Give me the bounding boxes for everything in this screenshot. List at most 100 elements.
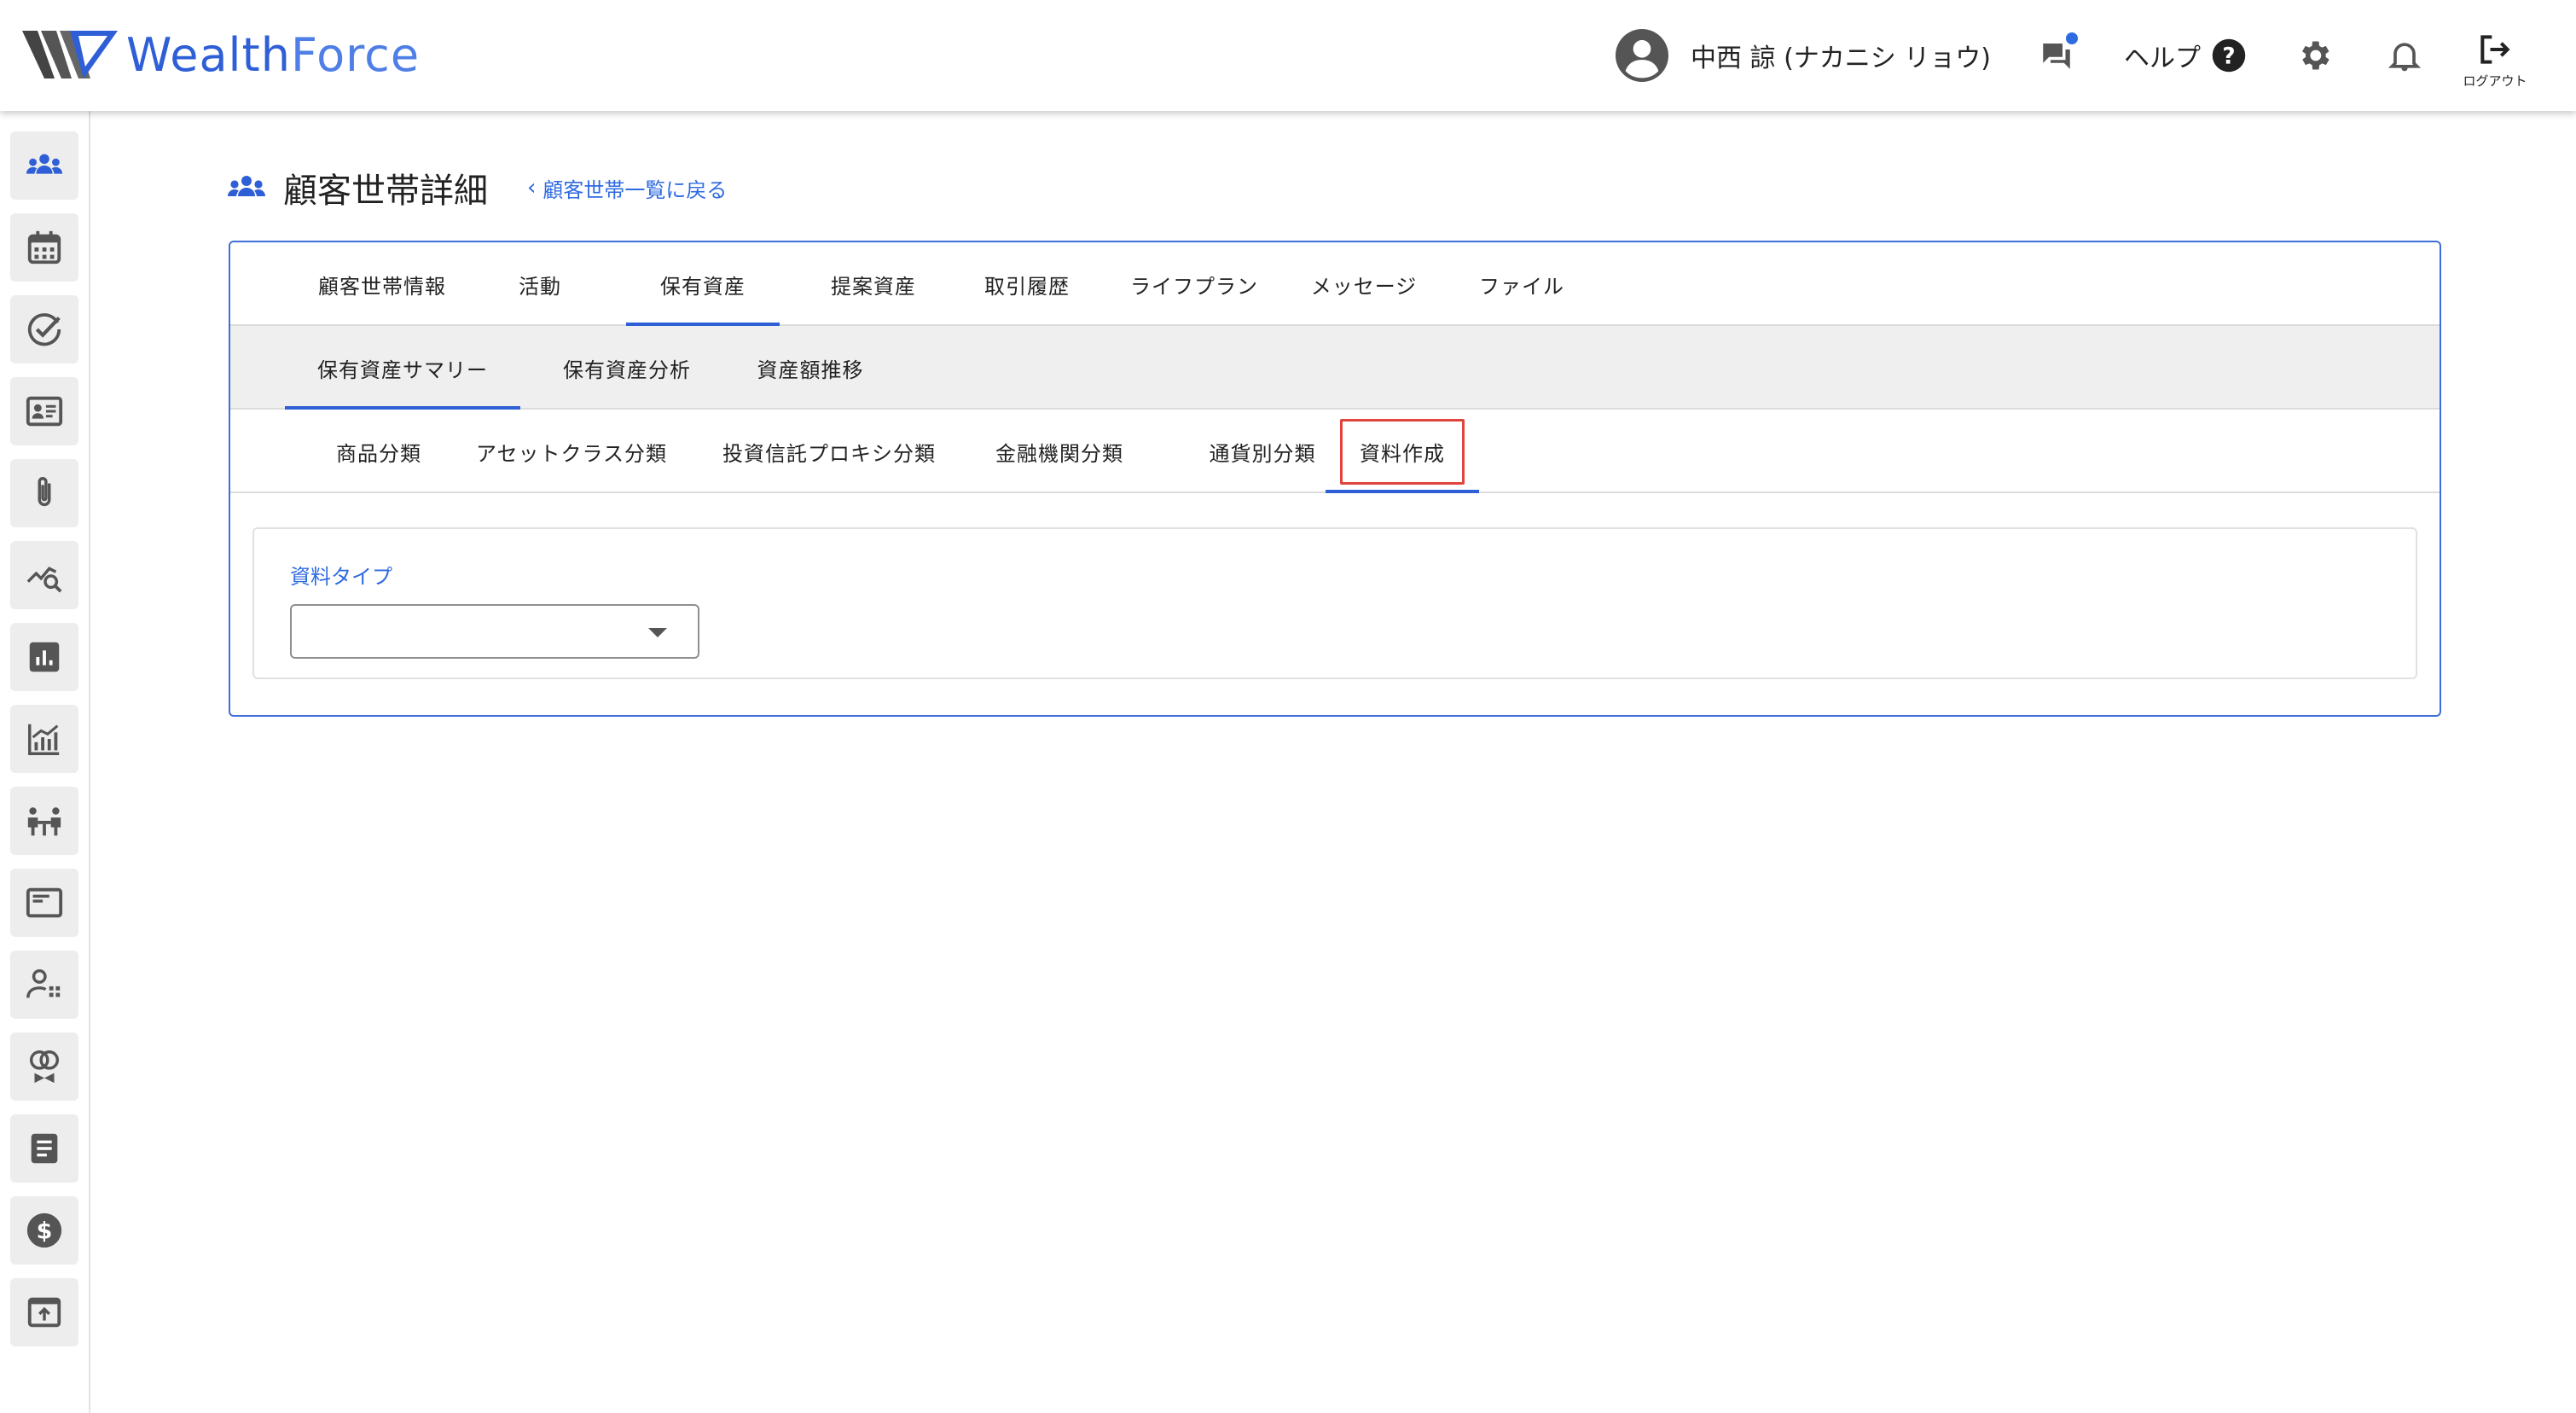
sidebar-item-households[interactable] — [10, 131, 78, 200]
account-circle-icon — [1616, 29, 1668, 82]
calendar-icon — [27, 230, 61, 265]
tab-label: ライフプラン — [1130, 274, 1258, 299]
paperclip-icon — [38, 477, 51, 507]
analytics-search-icon — [26, 567, 62, 593]
sidebar: $ — [0, 111, 90, 1413]
logo-text: WealthForce — [126, 28, 420, 82]
sidebar-item-meetings[interactable] — [10, 787, 78, 855]
tab-asset-trend[interactable]: 資産額推移 — [725, 326, 896, 410]
sidebar-item-documents[interactable] — [10, 869, 78, 937]
tab-currency-classification[interactable]: 通貨別分類 — [1177, 410, 1348, 493]
app-header: WealthForce 中西 諒 (ナカニシ リョウ) ヘルプ ? ログアウト — [0, 0, 2576, 111]
svg-text:$: $ — [37, 1218, 53, 1245]
document-frame-icon — [26, 887, 63, 918]
material-form-panel: 資料タイプ — [252, 527, 2417, 679]
tab-label: 保有資産 — [660, 274, 746, 299]
highlight-box: 資料作成 — [1340, 418, 1465, 485]
settings-button[interactable] — [2293, 34, 2335, 77]
caret-down-icon — [648, 628, 667, 637]
sidebar-item-analysis[interactable] — [10, 541, 78, 609]
tab-activity[interactable]: 活動 — [502, 242, 578, 326]
notifications-button[interactable] — [2383, 34, 2426, 77]
sidebar-item-tasks[interactable] — [10, 295, 78, 363]
svg-text:?: ? — [2222, 44, 2235, 70]
tab-holdings-summary[interactable]: 保有資産サマリー — [285, 326, 520, 410]
list-document-icon — [31, 1133, 58, 1164]
tab-life-plan[interactable]: ライフプラン — [1109, 242, 1279, 326]
chat-unread-dot — [2066, 32, 2078, 44]
logout-label: ログアウト — [2463, 73, 2527, 89]
logout-button[interactable]: ログアウト — [2457, 31, 2533, 90]
sidebar-item-billing[interactable]: $ — [10, 1196, 78, 1265]
tab-label: 資産額推移 — [757, 358, 864, 382]
household-icon — [26, 154, 63, 174]
tab-create-material[interactable]: 資料作成 — [1326, 410, 1479, 493]
tab-fund-proxy-classification[interactable]: 投資信託プロキシ分類 — [710, 410, 949, 493]
back-link-label: 顧客世帯一覧に戻る — [542, 177, 728, 202]
household-icon — [228, 176, 265, 196]
help-button[interactable]: ヘルプ ? — [2124, 34, 2247, 77]
sidebar-item-advisors[interactable] — [10, 951, 78, 1019]
back-to-households-link[interactable]: ‹ 顧客世帯一覧に戻る — [527, 171, 727, 205]
bell-icon — [2387, 43, 2422, 72]
growth-chart-icon — [28, 724, 60, 755]
tab-label: 資料作成 — [1360, 441, 1445, 466]
page-title-block: 顧客世帯詳細 — [225, 160, 488, 215]
sidebar-item-notes[interactable] — [10, 1114, 78, 1183]
tab-holdings-analysis[interactable]: 保有資産分析 — [529, 326, 725, 410]
tab-label: メッセージ — [1310, 274, 1418, 299]
user-name: 中西 諒 (ナカニシ リョウ) — [1691, 44, 1992, 73]
check-circle-icon — [27, 313, 61, 346]
user-menu[interactable]: 中西 諒 (ナカニシ リョウ) — [1616, 29, 1991, 82]
dollar-icon: $ — [26, 1212, 62, 1248]
tab-proposed-assets[interactable]: 提案資産 — [797, 242, 950, 326]
tab-label: 顧客世帯情報 — [318, 274, 446, 299]
sidebar-item-life-events[interactable] — [10, 1032, 78, 1101]
logo-text-wealth: Wealth — [126, 27, 291, 82]
tab-household-info[interactable]: 顧客世帯情報 — [305, 242, 459, 326]
tab-messages[interactable]: メッセージ — [1283, 242, 1445, 326]
primary-tab-bar: 顧客世帯情報 活動 保有資産 提案資産 取引履歴 ライフプラン メッセージ ファ… — [230, 242, 2440, 326]
tab-asset-class-classification[interactable]: アセットクラス分類 — [457, 410, 686, 493]
sidebar-item-performance[interactable] — [10, 705, 78, 773]
contact-card-icon — [26, 396, 63, 427]
sidebar-item-attachments[interactable] — [10, 459, 78, 527]
upload-box-icon — [27, 1297, 61, 1328]
wealthforce-logo[interactable]: WealthForce — [22, 24, 420, 85]
logo-text-force: Force — [290, 27, 421, 82]
secondary-tab-bar: 保有資産サマリー 保有資産分析 資産額推移 — [230, 326, 2440, 410]
person-stats-icon — [26, 968, 61, 998]
tab-institution-classification[interactable]: 金融機関分類 — [974, 410, 1145, 493]
tertiary-tab-bar: 商品分類 アセットクラス分類 投資信託プロキシ分類 金融機関分類 通貨別分類 資… — [230, 410, 2440, 493]
tab-holdings[interactable]: 保有資産 — [626, 242, 780, 326]
tab-label: アセットクラス分類 — [475, 441, 668, 466]
tab-label: 通貨別分類 — [1209, 441, 1316, 466]
doc-type-select[interactable] — [290, 604, 699, 659]
sidebar-item-reports[interactable] — [10, 623, 78, 691]
page-title: 顧客世帯詳細 — [283, 172, 488, 211]
sidebar-item-contacts[interactable] — [10, 377, 78, 445]
logout-icon — [2480, 35, 2510, 64]
tab-label: 投資信託プロキシ分類 — [722, 441, 936, 466]
tab-label: 提案資産 — [831, 274, 916, 299]
tab-label: 商品分類 — [336, 441, 421, 466]
bar-chart-icon — [29, 642, 60, 672]
tab-label: 金融機関分類 — [995, 441, 1123, 466]
chevron-left-icon: ‹ — [527, 175, 537, 201]
sidebar-item-calendar[interactable] — [10, 213, 78, 282]
tab-label: ファイル — [1479, 274, 1564, 299]
help-circle-icon: ? — [2212, 38, 2246, 73]
tab-transaction-history[interactable]: 取引履歴 — [950, 242, 1104, 326]
chat-button[interactable] — [2035, 32, 2078, 77]
meeting-icon — [27, 807, 61, 836]
tab-label: 保有資産サマリー — [317, 358, 488, 382]
tab-product-classification[interactable]: 商品分類 — [302, 410, 455, 493]
household-detail-card: 顧客世帯情報 活動 保有資産 提案資産 取引履歴 ライフプラン メッセージ ファ… — [229, 241, 2441, 717]
doc-type-label: 資料タイプ — [290, 565, 392, 589]
help-label: ヘルプ — [2124, 44, 2201, 73]
sidebar-item-export[interactable] — [10, 1278, 78, 1346]
rings-icon — [29, 1050, 60, 1084]
tab-label: 保有資産分析 — [563, 358, 691, 382]
tab-label: 取引履歴 — [984, 274, 1070, 299]
tab-files[interactable]: ファイル — [1445, 242, 1598, 326]
